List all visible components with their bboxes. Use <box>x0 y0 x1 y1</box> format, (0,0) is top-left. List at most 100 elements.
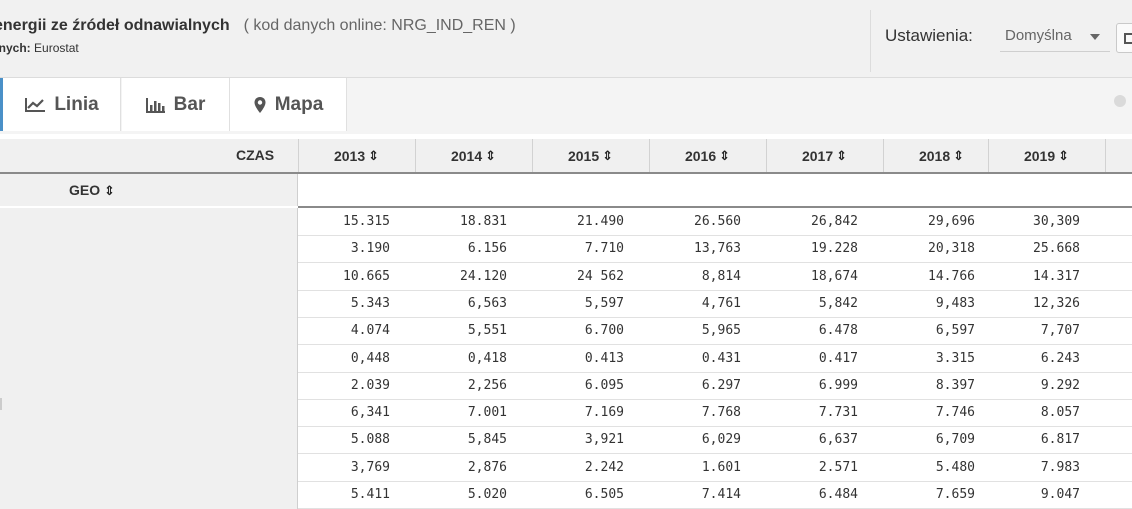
year-label: 2017 <box>801 147 834 164</box>
table-cell: 6,341 <box>350 405 390 421</box>
table-cell: 0,418 <box>467 350 507 366</box>
table-cell: 25.668 <box>1033 241 1080 257</box>
year-header-2015[interactable]: 2015 ⇕ <box>532 139 648 172</box>
geo-label: GEO <box>69 182 101 198</box>
table-cell: 7,707 <box>1040 323 1080 339</box>
time-dimension-label: CZAS <box>236 147 275 163</box>
tab-map[interactable]: Mapa <box>230 78 347 131</box>
table-cell: 5.020 <box>467 487 507 502</box>
header-filler <box>1105 139 1132 172</box>
dataset-source: anych: Eurostat <box>0 41 79 55</box>
palette-icon[interactable] <box>1114 95 1126 107</box>
table-cell: 7.710 <box>584 241 624 257</box>
table-cell: 10.665 <box>343 268 390 284</box>
year-header-2013[interactable]: 2013 ⇕ <box>298 139 414 172</box>
table-cell: 5.343 <box>350 295 390 311</box>
table-cell: 5,597 <box>584 295 624 311</box>
year-header-2014[interactable]: 2014 ⇕ <box>415 139 531 172</box>
table-cell: 26,842 <box>811 214 858 229</box>
sort-icon: ⇕ <box>104 183 115 198</box>
table-cell: 7.169 <box>584 405 624 421</box>
table-cell: 0.413 <box>584 350 624 366</box>
year-label: 2015 <box>567 147 600 164</box>
tab-bar-label: Bar <box>173 93 206 115</box>
view-tabs: Linia Bar Mapa <box>0 78 1132 134</box>
table-row: 5.411 5.020 6.505 7.414 6.484 7.659 9.047 <box>298 481 1132 509</box>
table-cell: 8,814 <box>701 268 741 284</box>
sort-icon: ⇕ <box>953 147 965 163</box>
table-cell: 5.411 <box>350 487 390 502</box>
table-cell: 5.088 <box>350 432 390 448</box>
table-row: 5.088 5,845 3,921 6,029 6,637 6,709 6.817 <box>298 426 1132 455</box>
table-cell: 6.478 <box>818 323 858 339</box>
table-cell: 14.766 <box>928 268 975 284</box>
table-cell: 8.057 <box>1040 405 1080 421</box>
table-cell: 0.431 <box>701 350 741 366</box>
bar-chart-icon <box>145 97 165 113</box>
sort-icon: ⇕ <box>602 147 614 163</box>
table-cell: 14.317 <box>1033 268 1080 284</box>
map-pin-icon <box>254 96 266 113</box>
table-row: 5.343 6,563 5,597 4,761 5,842 9,483 12,326 <box>298 290 1132 318</box>
table-cell: 18.831 <box>460 214 507 229</box>
table-cell: 6,597 <box>935 323 975 339</box>
row-marker <box>0 398 2 410</box>
table-cell: 26.560 <box>694 214 741 229</box>
table-cell: 2.571 <box>818 459 858 475</box>
table-cell: 6.999 <box>818 377 858 393</box>
table-cell: 21.490 <box>577 214 624 229</box>
year-header-2016[interactable]: 2016 ⇕ <box>649 139 765 172</box>
dataset-code: ( kod danych online: NRG_IND_REN ) <box>243 17 516 34</box>
table-cell: 18,674 <box>811 268 858 284</box>
year-header-2018[interactable]: 2018 ⇕ <box>883 139 999 172</box>
settings-dropdown[interactable]: Domyślna <box>1000 23 1110 52</box>
source-value: Eurostat <box>34 41 79 55</box>
table-cell: 13,763 <box>694 241 741 257</box>
sort-icon: ⇕ <box>485 147 497 163</box>
save-icon <box>1124 33 1132 44</box>
tab-map-label: Mapa <box>274 93 324 115</box>
tab-line[interactable]: Linia <box>0 78 121 131</box>
year-label: 2014 <box>450 147 483 164</box>
source-label: anych: <box>0 41 31 55</box>
save-settings-button[interactable] <box>1116 23 1132 53</box>
table-cell: 5,845 <box>467 432 507 448</box>
year-header-2019[interactable]: 2019 ⇕ <box>988 139 1104 172</box>
table-row: 4.074 5,551 6.700 5,965 6.478 6,597 7,707 <box>298 317 1132 346</box>
settings-panel: Ustawienia: Domyślna <box>870 10 1132 72</box>
sort-icon: ⇕ <box>368 147 380 163</box>
table-cell: 3,769 <box>350 459 390 475</box>
geo-header-blank <box>298 174 1132 208</box>
table-cell: 6.700 <box>584 323 624 339</box>
table-cell: 6.297 <box>701 377 741 393</box>
table-row: 3.190 6.156 7.710 13,763 19.228 20,318 25.668 <box>298 235 1132 264</box>
table-cell: 3.315 <box>935 350 975 366</box>
geo-sort-header[interactable]: GEO ⇕ <box>69 182 115 199</box>
table-cell: 5,842 <box>818 295 858 311</box>
table-cell: 6.243 <box>1040 350 1080 366</box>
geo-header-cell: GEO ⇕ <box>0 174 298 206</box>
table-cell: 5,965 <box>701 323 741 339</box>
tab-bar[interactable]: Bar <box>122 78 230 131</box>
table-cell: 4,761 <box>701 295 741 311</box>
line-chart-icon <box>25 97 46 112</box>
table-cell: 6.817 <box>1040 432 1080 448</box>
tab-line-label: Linia <box>54 93 99 115</box>
table-cell: 6,637 <box>818 432 858 448</box>
table-cell: 2,256 <box>467 377 507 393</box>
table-cell: 6.505 <box>584 487 624 502</box>
table-cell: 5.480 <box>935 459 975 475</box>
table-cell: 6.484 <box>818 487 858 502</box>
table-cell: 1.601 <box>701 459 741 475</box>
sort-icon: ⇕ <box>1058 147 1070 163</box>
table-cell: 7.414 <box>701 487 741 502</box>
table-cell: 15.315 <box>343 214 390 229</box>
table-cell: 5,551 <box>467 323 507 339</box>
table-cell: 24 562 <box>577 268 624 284</box>
table-row: 0,448 0,418 0.413 0.431 0.417 3.315 6.243 <box>298 345 1132 373</box>
table-cell: 3,921 <box>584 432 624 448</box>
year-header-2017[interactable]: 2017 ⇕ <box>766 139 882 172</box>
sort-icon: ⇕ <box>719 147 731 163</box>
settings-selected-value: Domyślna <box>1005 27 1072 44</box>
year-label: 2019 <box>1023 147 1056 164</box>
